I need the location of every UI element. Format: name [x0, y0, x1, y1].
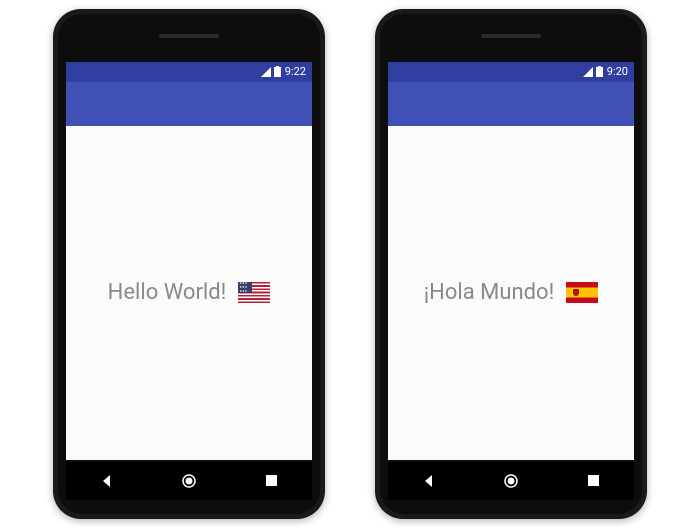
navigation-bar — [66, 462, 312, 500]
phone-speaker — [159, 34, 219, 38]
battery-icon — [596, 66, 603, 77]
nav-recent-button[interactable] — [251, 461, 291, 501]
battery-icon — [274, 66, 281, 77]
flag-spain-icon — [566, 282, 598, 303]
status-bar[interactable]: 9:20 — [388, 62, 634, 82]
nav-home-button[interactable] — [491, 461, 531, 501]
phone-left: 9:22 Hello World! — [53, 9, 325, 519]
app-bar — [388, 82, 634, 126]
cellular-signal-icon — [583, 67, 593, 77]
phone-body: 9:20 ¡Hola Mundo! — [380, 14, 642, 514]
nav-back-button[interactable] — [87, 461, 127, 501]
status-bar[interactable]: 9:22 — [66, 62, 312, 82]
nav-recent-button[interactable] — [573, 461, 613, 501]
nav-back-button[interactable] — [409, 461, 449, 501]
greeting-text: ¡Hola Mundo! — [424, 280, 555, 305]
content-area: Hello World! — [66, 126, 312, 460]
app-bar — [66, 82, 312, 126]
cellular-signal-icon — [261, 67, 271, 77]
phone-body: 9:22 Hello World! — [58, 14, 320, 514]
screen-right[interactable]: 9:20 ¡Hola Mundo! — [388, 62, 634, 460]
greeting-text: Hello World! — [108, 280, 227, 305]
navigation-bar — [388, 462, 634, 500]
content-area: ¡Hola Mundo! — [388, 126, 634, 460]
status-clock: 9:20 — [607, 65, 628, 78]
status-clock: 9:22 — [285, 65, 306, 78]
screen-left[interactable]: 9:22 Hello World! — [66, 62, 312, 460]
phone-right: 9:20 ¡Hola Mundo! — [375, 9, 647, 519]
flag-usa-icon — [238, 282, 270, 303]
nav-home-button[interactable] — [169, 461, 209, 501]
phone-speaker — [481, 34, 541, 38]
